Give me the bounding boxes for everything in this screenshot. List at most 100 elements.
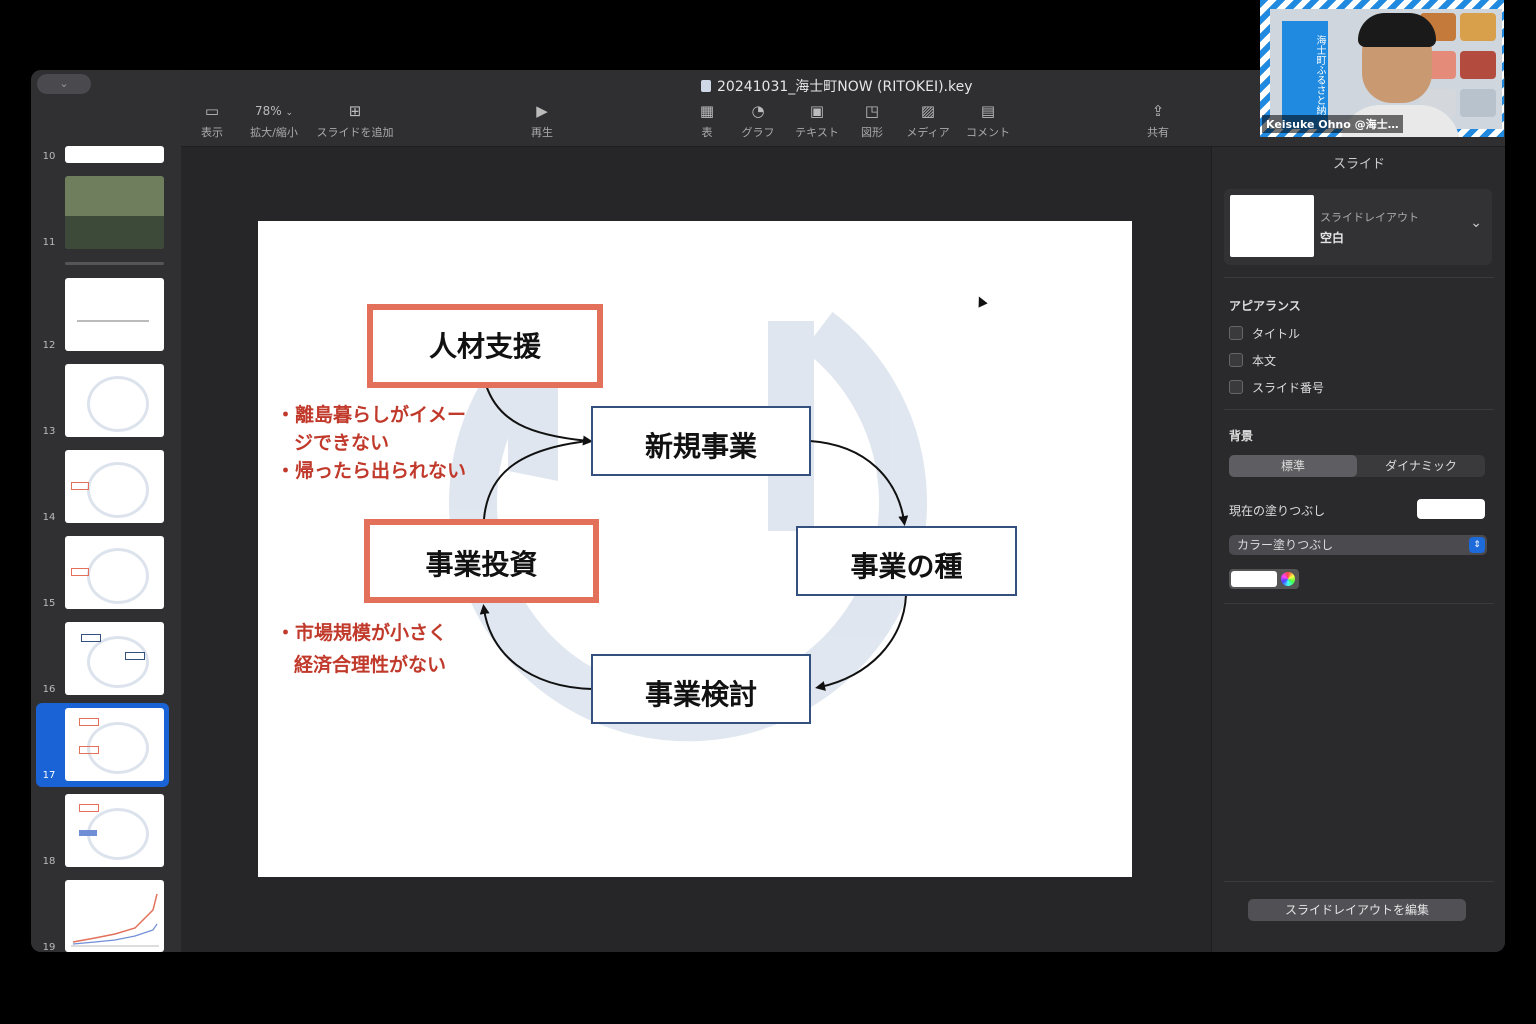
up-down-chevron-icon: ⇕	[1469, 537, 1485, 553]
person-hair	[1358, 13, 1436, 47]
slide-number: 10	[42, 151, 56, 162]
slide-thumbnail-13[interactable]	[65, 364, 164, 437]
food-photo	[1460, 51, 1496, 79]
chart-icon: ◔	[751, 102, 765, 120]
background-heading: 背景	[1229, 429, 1254, 443]
thumbnail-cycle-graphic	[87, 376, 149, 432]
table-button[interactable]: ▦ 表	[695, 100, 719, 140]
zoom-value: 78%	[254, 104, 282, 118]
slide-thumbnail-15[interactable]	[65, 536, 164, 609]
note-jinzai-issues: ・離島暮らしがイメー ジできない ・帰ったら出られない	[276, 404, 467, 482]
current-fill-swatch[interactable]	[1417, 499, 1485, 519]
divider	[1224, 409, 1494, 410]
view-button[interactable]: ▭ 表示	[199, 100, 225, 140]
slide-number: 12	[42, 340, 56, 351]
media-button[interactable]: ▨ メディア	[903, 100, 953, 140]
add-slide-icon: ⊞	[348, 102, 362, 120]
slide-thumbnail-18[interactable]	[65, 794, 164, 867]
share-button[interactable]: ⇪ 共有	[1145, 100, 1171, 140]
current-slide[interactable]: 人材支援 新規事業 事業の種 事業検討 事業投資 ・離島暮らしがイメー ジできな…	[258, 221, 1132, 877]
label-shinki-jigyou: 新規事業	[644, 430, 757, 463]
thumbnail-highlight-box	[79, 718, 99, 726]
keynote-window: ⌄ 10 11 12 13 14 15 16 17 18 19 20241031…	[31, 70, 1505, 952]
body-checkbox[interactable]	[1229, 353, 1243, 367]
play-icon: ▶	[536, 102, 548, 120]
zoom-menu[interactable]: 78% ⌄ 拡大/縮小	[247, 100, 301, 140]
play-button[interactable]: ▶ 再生	[529, 100, 555, 140]
keynote-document-icon	[701, 80, 711, 92]
layout-value: 空白	[1320, 231, 1345, 245]
slide-number: 17	[42, 770, 56, 781]
add-slide-button[interactable]: ⊞ スライドを追加	[315, 100, 395, 140]
fill-type-popup[interactable]: カラー塗りつぶし ⇕	[1229, 535, 1487, 555]
slide-number: 11	[42, 237, 56, 248]
photo-thumbnail-image	[65, 216, 164, 249]
divider	[1224, 603, 1494, 604]
thumbnail-box	[125, 652, 145, 660]
label-jigyou-no-tane: 事業の種	[850, 550, 963, 583]
comment-button[interactable]: ▤ コメント	[963, 100, 1013, 140]
segment-standard[interactable]: 標準	[1229, 455, 1357, 477]
thumbnail-text-line	[77, 320, 149, 322]
edit-slide-layout-button[interactable]: スライドレイアウトを編集	[1248, 899, 1466, 921]
body-checkbox-row[interactable]: 本文	[1229, 352, 1276, 369]
slide-thumbnail-16[interactable]	[65, 622, 164, 695]
participant-name-label: Keisuke Ohno @海士…	[1262, 115, 1403, 133]
chevron-down-icon: ⌄	[1470, 215, 1482, 231]
layout-label: スライドレイアウト	[1320, 211, 1419, 224]
slide-number: 15	[42, 598, 56, 609]
note-toushi-issues: ・市場規模が小さく 経済合理性がない	[276, 622, 448, 676]
slide-thumbnail-17[interactable]	[65, 708, 164, 781]
shape-button[interactable]: ◳ 図形	[857, 100, 887, 140]
slide-thumbnail-12[interactable]	[65, 278, 164, 351]
color-swatch	[1231, 571, 1277, 587]
sidebar-toggle-button[interactable]: ⌄	[37, 74, 91, 94]
thumbnail-highlight-box	[71, 568, 89, 576]
current-fill-label: 現在の塗りつぶし	[1229, 504, 1326, 518]
slide-thumbnail-11[interactable]	[65, 176, 164, 249]
text-button[interactable]: ▣ テキスト	[793, 100, 841, 140]
thumbnail-highlight-box	[71, 482, 89, 490]
divider	[1224, 881, 1494, 882]
slide-canvas[interactable]: 人材支援 新規事業 事業の種 事業検討 事業投資 ・離島暮らしがイメー ジできな…	[181, 147, 1211, 952]
chart-button[interactable]: ◔ グラフ	[739, 100, 777, 140]
webcam-background: 海士町ふるさと納	[1270, 9, 1502, 137]
appearance-heading: アピアランス	[1229, 299, 1301, 313]
slide-thumbnail-14[interactable]	[65, 450, 164, 523]
food-photo	[1460, 13, 1496, 41]
label-jigyou-toushi: 事業投資	[425, 548, 538, 581]
thumbnail-cycle-graphic	[87, 636, 149, 688]
slide-number-checkbox-row[interactable]: スライド番号	[1229, 379, 1324, 396]
layout-thumbnail	[1230, 195, 1314, 257]
format-inspector: スライド スライドレイアウト 空白 ⌄ アピアランス タイトル 本文 スライド番…	[1211, 147, 1505, 952]
segment-dynamic[interactable]: ダイナミック	[1357, 455, 1485, 477]
slide-number-checkbox[interactable]	[1229, 380, 1243, 394]
text-box-icon: ▣	[809, 102, 825, 120]
thumbnail-cycle-graphic	[87, 462, 149, 518]
slide-layout-selector[interactable]: スライドレイアウト 空白 ⌄	[1224, 189, 1492, 265]
shape-icon: ◳	[864, 102, 880, 120]
color-wheel-icon[interactable]	[1281, 572, 1295, 586]
slide-number: 18	[42, 856, 56, 867]
comment-icon: ▤	[980, 102, 996, 120]
slide-thumbnail-19[interactable]	[65, 880, 164, 952]
media-icon: ▨	[920, 102, 936, 120]
thumbnail-box	[81, 634, 101, 642]
title-checkbox[interactable]	[1229, 326, 1243, 340]
slide-number: 14	[42, 512, 56, 523]
slide-navigator: ⌄ 10 11 12 13 14 15 16 17 18 19	[31, 70, 182, 952]
inspector-title: スライド	[1332, 157, 1385, 172]
sidebar-icon: ▭	[204, 102, 220, 120]
background-mode-control[interactable]: 標準 ダイナミック	[1229, 455, 1485, 477]
navigator-divider	[65, 262, 164, 265]
thumbnail-line-chart	[71, 893, 159, 947]
table-icon: ▦	[699, 102, 715, 120]
slide-number: 19	[42, 942, 56, 952]
divider	[1224, 277, 1494, 278]
document-title: 20241031_海士町NOW (RITOKEI).key	[701, 76, 973, 96]
color-well[interactable]	[1229, 569, 1299, 589]
title-checkbox-row[interactable]: タイトル	[1229, 325, 1300, 342]
webcam-banner: 海士町ふるさと納	[1282, 21, 1328, 129]
slide-thumbnail-10[interactable]	[65, 146, 164, 163]
slide-number: 16	[42, 684, 56, 695]
